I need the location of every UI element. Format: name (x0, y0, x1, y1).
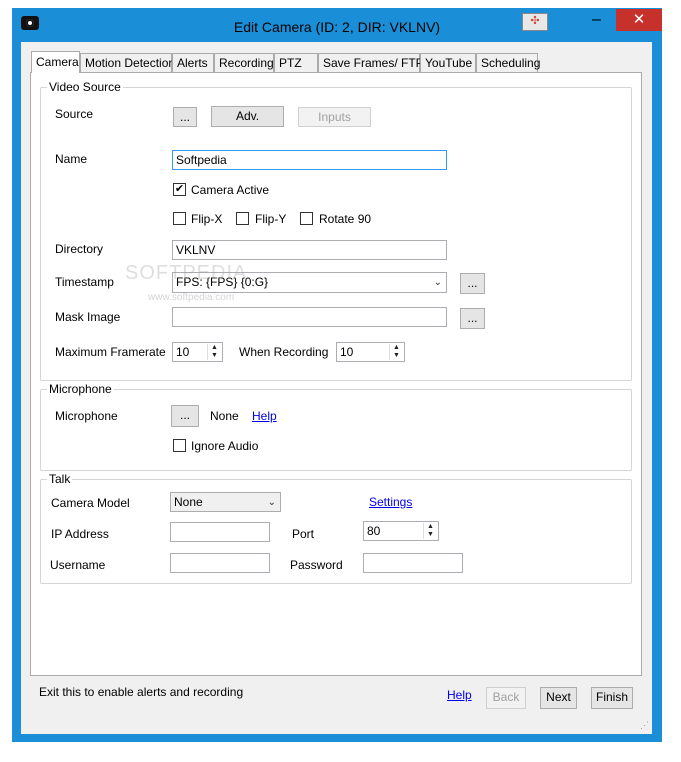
microphone-value: None (210, 409, 239, 423)
flip-y-label[interactable]: Flip-Y (255, 212, 286, 226)
rotate-90-checkbox[interactable] (300, 212, 313, 225)
status-text: Exit this to enable alerts and recording (39, 685, 244, 699)
spin-down-icon[interactable]: ▼ (390, 352, 403, 360)
port-stepper[interactable]: 80 ▲ ▼ (363, 521, 439, 541)
window-title: Edit Camera (ID: 2, DIR: VKLNV) (233, 19, 441, 35)
max-framerate-label: Maximum Framerate (55, 345, 166, 359)
inputs-button[interactable]: Inputs (298, 107, 371, 127)
tab-youtube[interactable]: YouTube (420, 53, 476, 72)
ip-address-label: IP Address (51, 527, 109, 541)
source-label: Source (55, 107, 94, 121)
camera-active-checkbox[interactable]: ✔ (173, 183, 186, 196)
max-framerate-value: 10 (176, 345, 190, 359)
close-button[interactable]: ✕ (616, 9, 662, 31)
tab-alerts[interactable]: Alerts (172, 53, 214, 72)
timestamp-label: Timestamp (55, 275, 114, 289)
username-label: Username (50, 558, 106, 572)
tab-scheduling[interactable]: Scheduling (476, 53, 540, 72)
video-source-group (40, 87, 632, 381)
flip-x-label[interactable]: Flip-X (191, 212, 222, 226)
footer-help-link[interactable]: Help (447, 688, 472, 702)
microphone-group (40, 389, 632, 471)
directory-label: Directory (55, 242, 104, 256)
rotate-90-label[interactable]: Rotate 90 (319, 212, 371, 226)
chevron-down-icon: ⌄ (267, 497, 276, 508)
mask-image-label: Mask Image (55, 310, 121, 324)
talk-legend: Talk (47, 472, 73, 486)
stepper-arrows: ▲ ▼ (423, 523, 437, 539)
when-recording-stepper[interactable]: 10 ▲ ▼ (336, 342, 405, 362)
ignore-audio-label[interactable]: Ignore Audio (191, 439, 258, 453)
username-input[interactable] (170, 553, 270, 573)
talk-settings-link[interactable]: Settings (369, 495, 412, 509)
when-recording-label: When Recording (239, 345, 329, 359)
port-label: Port (292, 527, 315, 541)
camera-model-label: Camera Model (51, 496, 130, 510)
stepper-arrows: ▲ ▼ (207, 344, 221, 360)
port-value: 80 (367, 524, 381, 538)
video-source-legend: Video Source (47, 80, 123, 94)
minimize-button[interactable]: – (583, 9, 610, 31)
flip-y-checkbox[interactable] (236, 212, 249, 225)
resize-grip-icon[interactable]: ⋰ (640, 720, 650, 730)
microphone-label: Microphone (55, 409, 118, 423)
flip-x-checkbox[interactable] (173, 212, 186, 225)
when-recording-value: 10 (340, 345, 354, 359)
camera-model-select[interactable]: None ⌄ (170, 492, 281, 512)
source-browse-button[interactable]: ... (173, 107, 197, 127)
microphone-legend: Microphone (47, 382, 114, 396)
stepper-arrows: ▲ ▼ (389, 344, 403, 360)
back-button[interactable]: Back (486, 687, 526, 709)
tab-camera[interactable]: Camera (31, 51, 80, 73)
spin-up-icon[interactable]: ▲ (424, 523, 437, 531)
tab-ptz[interactable]: PTZ (274, 53, 318, 72)
next-button[interactable]: Next (540, 687, 577, 709)
spin-down-icon[interactable]: ▼ (424, 531, 437, 539)
tab-recording[interactable]: Recording (214, 53, 274, 72)
watermark-url: www.softpedia.com (148, 292, 235, 303)
max-framerate-stepper[interactable]: 10 ▲ ▼ (172, 342, 223, 362)
spin-up-icon[interactable]: ▲ (390, 344, 403, 352)
mask-image-input[interactable] (172, 307, 447, 327)
chevron-down-icon: ⌄ (433, 277, 442, 288)
camera-active-label[interactable]: Camera Active (191, 183, 269, 197)
name-input[interactable]: Softpedia (172, 150, 447, 170)
camera-model-value: None (174, 495, 203, 509)
adv-button[interactable]: Adv. (211, 106, 284, 127)
store-icon[interactable]: ✣ (522, 13, 548, 31)
name-label: Name (55, 152, 88, 166)
microphone-browse-button[interactable]: ... (171, 405, 199, 427)
timestamp-browse-button[interactable]: ... (460, 273, 485, 294)
ip-address-input[interactable] (170, 522, 270, 542)
ignore-audio-checkbox[interactable] (173, 439, 186, 452)
tab-save-frames-ftp[interactable]: Save Frames/ FTP (318, 53, 424, 72)
finish-button[interactable]: Finish (591, 687, 633, 709)
watermark: SOFTPEDIA (125, 262, 248, 284)
spin-down-icon[interactable]: ▼ (208, 352, 221, 360)
spin-up-icon[interactable]: ▲ (208, 344, 221, 352)
mask-image-browse-button[interactable]: ... (460, 308, 485, 329)
password-label: Password (290, 558, 343, 572)
directory-input[interactable]: VKLNV (172, 240, 447, 260)
microphone-help-link[interactable]: Help (252, 409, 277, 423)
password-input[interactable] (363, 553, 463, 573)
tab-motion-detection[interactable]: Motion Detection (80, 53, 175, 72)
